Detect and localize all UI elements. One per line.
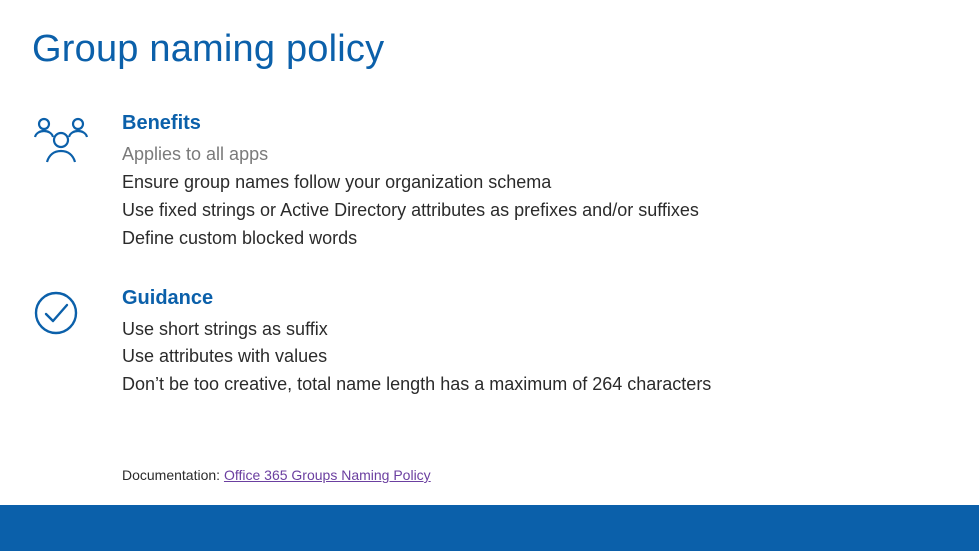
checkmark-circle-icon (32, 289, 80, 337)
documentation-row: Documentation: Office 365 Groups Naming … (122, 467, 431, 483)
benefits-line-3: Use fixed strings or Active Directory at… (122, 197, 947, 225)
section-benefits: Benefits Applies to all apps Ensure grou… (32, 112, 947, 253)
benefits-line-4: Define custom blocked words (122, 225, 947, 253)
benefits-text: Benefits Applies to all apps Ensure grou… (122, 112, 947, 253)
footer-bar (0, 505, 979, 551)
section-guidance: Guidance Use short strings as suffix Use… (32, 287, 947, 400)
guidance-icon-col (32, 287, 122, 337)
guidance-line-1: Use short strings as suffix (122, 316, 947, 344)
slide-title: Group naming policy (32, 28, 384, 71)
guidance-text: Guidance Use short strings as suffix Use… (122, 287, 947, 400)
benefits-line-2: Ensure group names follow your organizat… (122, 169, 947, 197)
benefits-heading: Benefits (122, 112, 947, 135)
guidance-heading: Guidance (122, 287, 947, 310)
benefits-icon-col (32, 112, 122, 166)
documentation-label: Documentation: (122, 467, 224, 483)
guidance-line-2: Use attributes with values (122, 343, 947, 371)
people-group-icon (32, 114, 90, 166)
content-area: Benefits Applies to all apps Ensure grou… (32, 112, 947, 433)
benefits-line-1: Applies to all apps (122, 141, 947, 169)
guidance-line-3: Don’t be too creative, total name length… (122, 371, 947, 399)
documentation-link[interactable]: Office 365 Groups Naming Policy (224, 467, 431, 483)
